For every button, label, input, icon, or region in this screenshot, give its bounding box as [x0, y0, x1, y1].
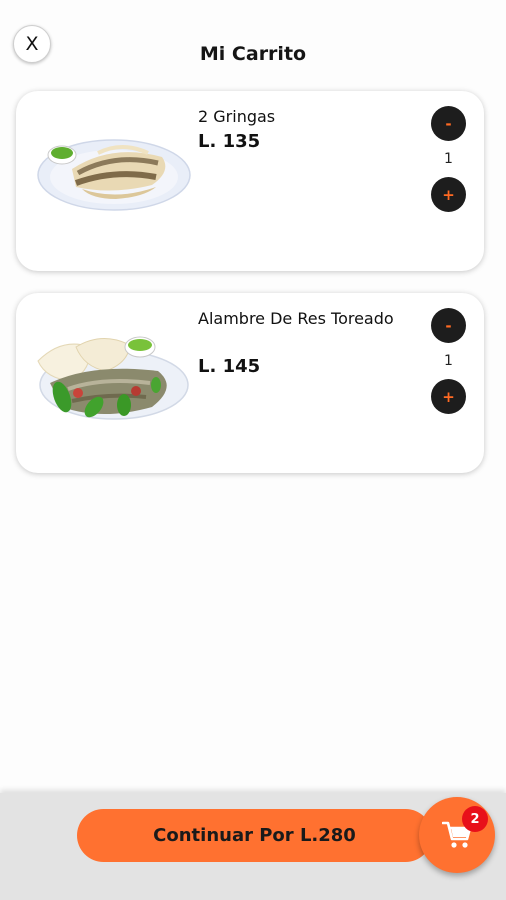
cart-item-card: Alambre De Res Toreado L. 145 - 1 + [16, 293, 484, 473]
bottom-bar: Continuar Por L.280 2 [0, 793, 506, 900]
item-name: 2 Gringas [198, 107, 276, 126]
item-quantity: 1 [444, 353, 453, 369]
decrease-quantity-button[interactable]: - [431, 106, 466, 141]
item-price: L. 135 [198, 131, 261, 152]
increase-quantity-button[interactable]: + [431, 177, 466, 212]
alambre-de-res-image [37, 336, 189, 420]
gringas-tacos-image [37, 139, 191, 211]
increase-quantity-button[interactable]: + [431, 379, 466, 414]
item-quantity: 1 [444, 151, 453, 167]
decrease-quantity-button[interactable]: - [431, 308, 466, 343]
item-name: Alambre De Res Toreado [198, 309, 394, 328]
page-title: Mi Carrito [199, 43, 307, 65]
item-price: L. 145 [198, 356, 261, 377]
cart-screen: X Mi Carrito 2 Gringas L. 135 - 1 + Alam… [0, 0, 506, 900]
cart-count-badge: 2 [462, 806, 488, 832]
continue-button[interactable]: Continuar Por L.280 [77, 809, 432, 862]
cart-item-card: 2 Gringas L. 135 - 1 + [16, 91, 484, 271]
